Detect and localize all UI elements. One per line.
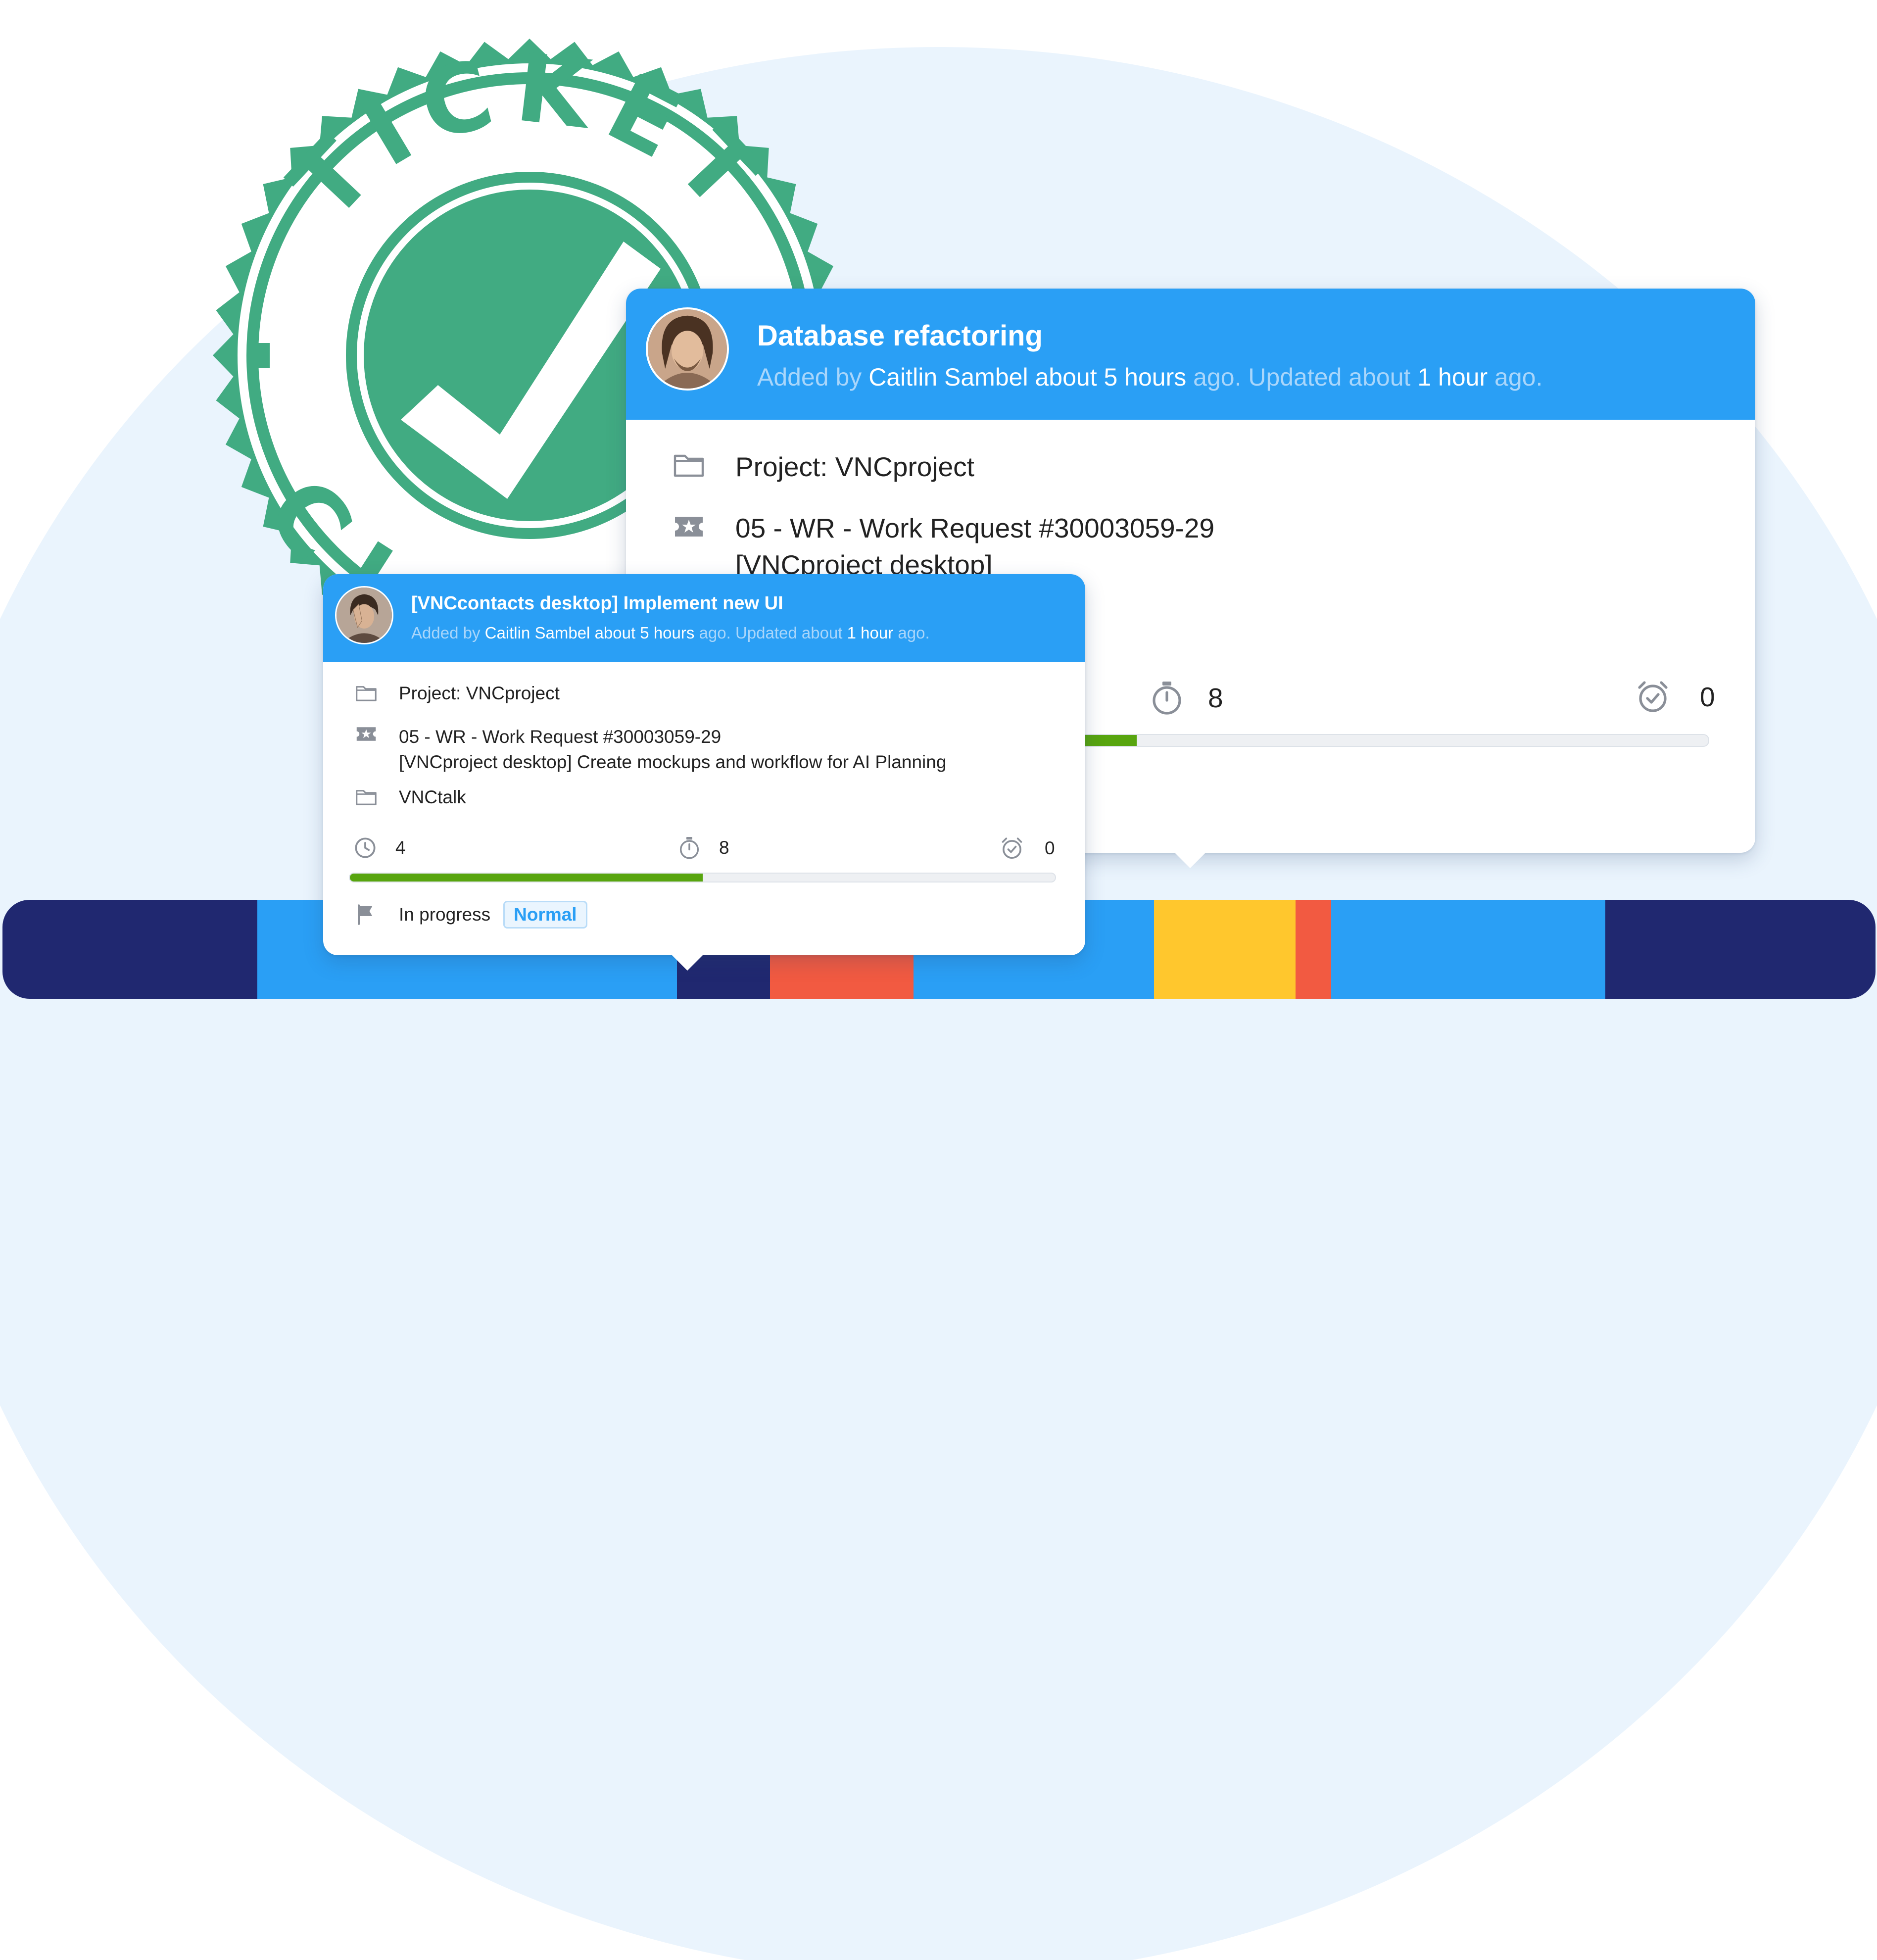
time-spent-value: 8 [719, 837, 729, 858]
card-title[interactable]: [VNCcontacts desktop] Implement new UI [411, 593, 783, 614]
meta-author[interactable]: Caitlin Sambel [485, 624, 590, 642]
project-row[interactable]: Project: VNCproject [355, 683, 560, 704]
meta-updated-label: ago. Updated about [699, 624, 843, 642]
clock-icon [355, 837, 376, 858]
work-request-title: 05 - WR - Work Request #30003059-29 [735, 513, 1215, 543]
status-label[interactable]: In progress [399, 904, 490, 925]
time-spent: 8 [678, 835, 729, 860]
time-overdue-value: 0 [1045, 838, 1055, 858]
meta-ago-label: ago. [1494, 363, 1543, 391]
card-meta: Added by Caitlin Sambel about 5 hours ag… [757, 363, 1542, 392]
priority-badge[interactable]: Normal [503, 901, 587, 929]
avatar[interactable] [646, 307, 729, 391]
meta-author[interactable]: Caitlin Sambel [868, 363, 1028, 391]
work-request-row[interactable]: 05 - WR - Work Request #30003059-29 [VNC… [355, 725, 946, 775]
work-request-subtitle: [VNCproject desktop] Create mockups and … [399, 752, 947, 772]
channel-label: VNCtalk [399, 787, 466, 807]
folder-icon [674, 454, 704, 477]
task-card-implement-new-ui[interactable]: [VNCcontacts desktop] Implement new UI A… [323, 574, 1085, 971]
ticket-star-icon [356, 727, 376, 741]
stopwatch-icon [1153, 682, 1181, 715]
card-pointer [672, 955, 703, 971]
time-estimated: 4 [354, 836, 406, 859]
ticket-star-icon [675, 517, 703, 537]
stopwatch-icon [679, 837, 699, 859]
stamp-dash-left [250, 343, 270, 368]
time-estimated-value: 4 [395, 837, 406, 858]
meta-created-time: about 5 hours [1035, 363, 1187, 391]
card-header: Database refactoring Added by Caitlin Sa… [626, 289, 1755, 420]
channel-row[interactable]: VNCtalk [355, 787, 466, 808]
time-overdue: 0 [1000, 836, 1055, 860]
avatar[interactable] [335, 586, 393, 644]
meta-created-time: about 5 hours [594, 624, 695, 642]
meta-ago-label: ago. [898, 624, 930, 642]
meta-updated-time: 1 hour [1417, 363, 1488, 391]
meta-added-label: Added by [757, 363, 862, 391]
alarm-check-icon [1002, 837, 1022, 859]
timeline-segment[interactable] [2, 900, 257, 999]
meta-added-label: Added by [411, 624, 481, 642]
time-spent: 8 [1151, 680, 1223, 716]
project-row[interactable]: Project: VNCproject [673, 451, 974, 483]
timeline-segment[interactable] [1296, 900, 1331, 999]
flag-icon [358, 904, 373, 925]
work-request-row[interactable]: 05 - WR - Work Request #30003059-29 [VNC… [673, 513, 1214, 583]
progress-fill [350, 874, 703, 882]
card-header: [VNCcontacts desktop] Implement new UI A… [323, 574, 1085, 662]
timeline-segment[interactable] [1331, 900, 1605, 999]
card-title[interactable]: Database refactoring [757, 319, 1043, 352]
meta-updated-label: ago. Updated about [1193, 363, 1411, 391]
status-row: In progress Normal [355, 901, 587, 929]
time-overdue: 0 [1636, 680, 1715, 714]
timeline-segment[interactable] [1154, 900, 1296, 999]
card-pointer [1174, 852, 1206, 868]
progress-track [349, 873, 1056, 882]
alarm-check-icon [1638, 681, 1668, 712]
card-meta: Added by Caitlin Sambel about 5 hours ag… [411, 624, 930, 642]
meta-updated-time: 1 hour [847, 624, 894, 642]
timeline-segment[interactable] [1605, 900, 1876, 999]
time-spent-value: 8 [1208, 683, 1223, 713]
project-label: Project: VNCproject [735, 451, 974, 482]
folder-icon [356, 686, 377, 701]
work-request-title: 05 - WR - Work Request #30003059-29 [399, 727, 722, 747]
folder-icon [356, 790, 377, 805]
project-label: Project: VNCproject [399, 683, 560, 703]
time-overdue-value: 0 [1700, 682, 1715, 712]
